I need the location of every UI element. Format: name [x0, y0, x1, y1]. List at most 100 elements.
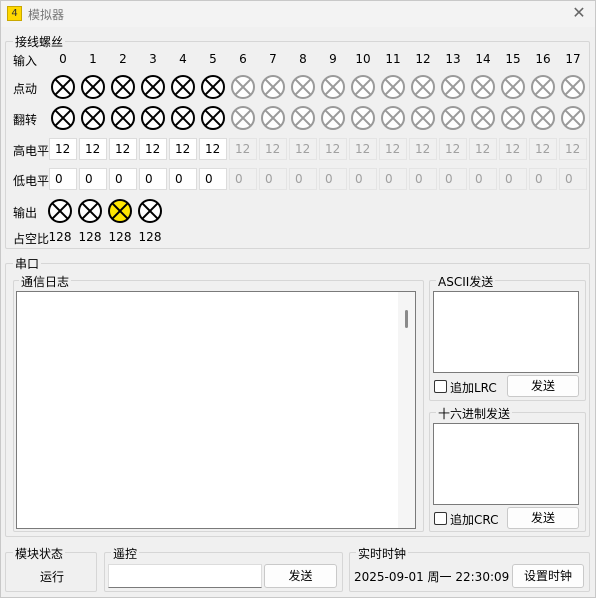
toggle-button-16 [530, 105, 556, 131]
terminal-index-label: 3 [149, 52, 157, 66]
low-level-field-8: 0 [289, 168, 317, 190]
hex-send-legend: 十六进制发送 [436, 405, 513, 422]
app-icon: 4 [7, 6, 22, 21]
log-scrollbar[interactable] [398, 292, 415, 528]
log-scrollbar-thumb[interactable] [405, 310, 408, 328]
terminal-index-label: 8 [299, 52, 307, 66]
jog-button-9 [320, 74, 346, 100]
toggle-button-3[interactable] [140, 105, 166, 131]
high-level-field-14: 12 [469, 138, 497, 160]
jog-button-2[interactable] [110, 74, 136, 100]
jog-button-1[interactable] [80, 74, 106, 100]
high-level-field-2[interactable]: 12 [109, 138, 137, 160]
ascii-send-textarea[interactable] [433, 291, 579, 373]
high-level-field-10: 12 [349, 138, 377, 160]
toggle-button-13 [440, 105, 466, 131]
input-row-label: 输入 [13, 54, 38, 68]
high-level-field-16: 12 [529, 138, 557, 160]
toggle-row-label: 翻转 [13, 113, 38, 127]
jog-button-8 [290, 74, 316, 100]
terminal-index-label: 11 [385, 52, 401, 66]
low-level-field-14: 0 [469, 168, 497, 190]
module-status-value: 运行 [40, 570, 65, 584]
remote-input[interactable] [108, 564, 262, 588]
high-level-field-11: 12 [379, 138, 407, 160]
duty-value-2: 128 [108, 230, 132, 244]
toggle-button-2[interactable] [110, 105, 136, 131]
remote-send-button[interactable]: 发送 [264, 564, 337, 588]
duty-row-label: 占空比 [13, 232, 50, 246]
jog-button-16 [530, 74, 556, 100]
hex-send-button[interactable]: 发送 [507, 507, 579, 529]
output-lamp-3 [137, 198, 163, 224]
output-lamp-2 [107, 198, 133, 224]
toggle-button-7 [260, 105, 286, 131]
ascii-send-button[interactable]: 发送 [507, 375, 579, 397]
low-level-field-4[interactable]: 0 [169, 168, 197, 190]
terminal-index-label: 1 [89, 52, 97, 66]
terminal-index-label: 13 [445, 52, 461, 66]
toggle-button-5[interactable] [200, 105, 226, 131]
toggle-button-1[interactable] [80, 105, 106, 131]
toggle-button-14 [470, 105, 496, 131]
clock-value: 2025-09-01 周一 22:30:09 [354, 570, 510, 584]
high-level-field-5[interactable]: 12 [199, 138, 227, 160]
output-lamp-1 [77, 198, 103, 224]
toggle-button-4[interactable] [170, 105, 196, 131]
jog-row-label: 点动 [13, 82, 38, 96]
high-level-field-4[interactable]: 12 [169, 138, 197, 160]
jog-button-12 [410, 74, 436, 100]
serial-legend: 串口 [13, 255, 42, 272]
jog-button-17 [560, 74, 586, 100]
high-level-field-1[interactable]: 12 [79, 138, 107, 160]
module-status-legend: 模块状态 [13, 545, 66, 562]
high-level-field-6: 12 [229, 138, 257, 160]
jog-button-4[interactable] [170, 74, 196, 100]
low-level-field-5[interactable]: 0 [199, 168, 227, 190]
low-level-field-17: 0 [559, 168, 587, 190]
append-lrc-checkbox[interactable] [434, 380, 447, 393]
terminal-index-label: 7 [269, 52, 277, 66]
terminal-index-label: 0 [59, 52, 67, 66]
low-level-field-0[interactable]: 0 [49, 168, 77, 190]
low-level-field-3[interactable]: 0 [139, 168, 167, 190]
set-clock-button[interactable]: 设置时钟 [512, 564, 584, 588]
jog-button-5[interactable] [200, 74, 226, 100]
low-level-field-15: 0 [499, 168, 527, 190]
high-level-field-13: 12 [439, 138, 467, 160]
duty-value-1: 128 [78, 230, 102, 244]
high-level-field-7: 12 [259, 138, 287, 160]
low-level-field-2[interactable]: 0 [109, 168, 137, 190]
append-crc-checkbox[interactable] [434, 512, 447, 525]
toggle-button-0[interactable] [50, 105, 76, 131]
low-level-field-9: 0 [319, 168, 347, 190]
low-level-field-7: 0 [259, 168, 287, 190]
low-level-field-16: 0 [529, 168, 557, 190]
close-icon[interactable]: ✕ [571, 5, 587, 21]
jog-button-6 [230, 74, 256, 100]
terminal-index-label: 12 [415, 52, 431, 66]
low-level-field-6: 0 [229, 168, 257, 190]
terminal-index-label: 14 [475, 52, 491, 66]
terminal-index-label: 5 [209, 52, 217, 66]
toggle-button-10 [350, 105, 376, 131]
simulator-window: 4 模拟器 ✕ 接线螺丝 输入 点动 翻转 高电平 低电平 0 12 0 1 12 0 2 1… [0, 0, 596, 598]
high-level-field-0[interactable]: 12 [49, 138, 77, 160]
high-level-field-15: 12 [499, 138, 527, 160]
output-lamp-0 [47, 198, 73, 224]
low-level-field-13: 0 [439, 168, 467, 190]
log-textarea[interactable] [16, 291, 416, 529]
high-level-field-12: 12 [409, 138, 437, 160]
jog-button-0[interactable] [50, 74, 76, 100]
remote-legend: 遥控 [111, 545, 140, 562]
duty-value-3: 128 [138, 230, 162, 244]
ascii-send-legend: ASCII发送 [436, 273, 496, 290]
high-level-field-3[interactable]: 12 [139, 138, 167, 160]
terminal-index-label: 16 [535, 52, 551, 66]
hex-send-textarea[interactable] [433, 423, 579, 505]
jog-button-15 [500, 74, 526, 100]
terminal-index-label: 6 [239, 52, 247, 66]
jog-button-3[interactable] [140, 74, 166, 100]
low-level-field-1[interactable]: 0 [79, 168, 107, 190]
toggle-button-15 [500, 105, 526, 131]
